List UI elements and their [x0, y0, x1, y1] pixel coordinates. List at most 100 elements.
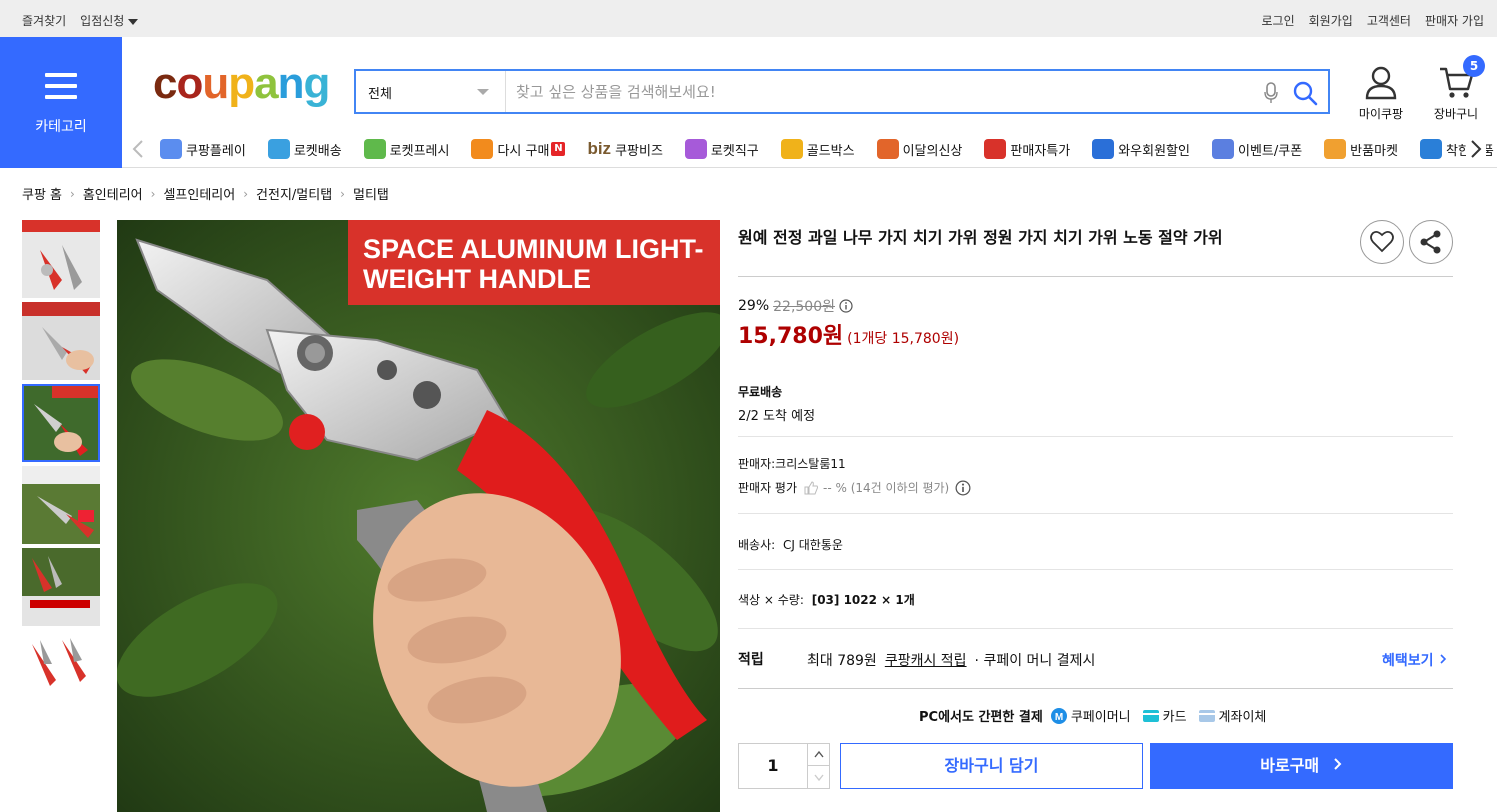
- thumbnail-image[interactable]: [22, 220, 100, 298]
- seller-apply-menu[interactable]: 입점신청: [80, 12, 139, 29]
- nav-item[interactable]: 로켓직구: [684, 139, 759, 159]
- user-icon: [1365, 66, 1397, 100]
- chevron-left-icon[interactable]: [128, 138, 148, 160]
- nav-item-icon: [876, 139, 899, 159]
- benefit-button[interactable]: 혜택보기: [1382, 650, 1447, 670]
- buy-now-label: 바로구매: [1260, 756, 1320, 775]
- option-row: 색상 × 수량: [03] 1022 × 1개: [738, 591, 915, 608]
- chevron-right-icon: ›: [243, 186, 249, 201]
- chevron-right-icon: ›: [150, 186, 156, 201]
- coupang-logo[interactable]: coupang: [153, 62, 330, 106]
- wishlist-button[interactable]: [1360, 220, 1404, 264]
- customer-center-link[interactable]: 고객센터: [1367, 12, 1411, 29]
- breadcrumb-item[interactable]: 건전지/멀티탭: [256, 184, 332, 203]
- mycoupang-button[interactable]: 마이쿠팡: [1350, 66, 1412, 122]
- signup-link[interactable]: 회원가입: [1309, 12, 1353, 29]
- nav-item-icon: [1092, 139, 1115, 159]
- discount-row: 29% 22,500원: [738, 296, 853, 316]
- nav-item[interactable]: 이벤트/쿠폰: [1211, 139, 1303, 159]
- nav-item[interactable]: 이달의신상: [876, 139, 963, 159]
- category-nav: 쿠팡플레이 로켓배송 로켓프레시 다시 구매 N biz 쿠팡비즈 로켓직구 골드박스 이달의신상…: [122, 131, 1497, 168]
- category-label: 카테고리: [35, 119, 87, 135]
- seller-signup-link[interactable]: 판매자 가입: [1425, 12, 1484, 29]
- nav-item[interactable]: 와우회원할인: [1092, 139, 1190, 159]
- divider: [738, 276, 1453, 277]
- login-link[interactable]: 로그인: [1262, 12, 1295, 29]
- category-button[interactable]: 카테고리: [0, 37, 122, 168]
- hamburger-icon: [45, 73, 77, 99]
- seller-row: 판매자:크리스탈룸11: [738, 455, 846, 472]
- breadcrumb-item[interactable]: 홈인테리어: [83, 184, 143, 203]
- chevron-right-icon: ›: [70, 186, 75, 201]
- easy-pay-title: PC에서도 간편한 결제: [919, 710, 1043, 725]
- nav-item-label: 로켓배송: [293, 143, 342, 159]
- info-icon[interactable]: [839, 299, 853, 313]
- carrier-label: 배송사:: [738, 538, 776, 552]
- thumbnail-image[interactable]: [22, 466, 100, 544]
- search-category-select[interactable]: 전체: [356, 71, 506, 112]
- seller-apply-label: 입점신청: [80, 14, 125, 28]
- breadcrumb-item[interactable]: 멀티탭: [353, 184, 389, 203]
- pay-method: 계좌이체: [1218, 710, 1267, 725]
- divider: [738, 688, 1453, 689]
- microphone-icon[interactable]: [1264, 82, 1278, 104]
- carrier-value: CJ 대한통운: [783, 538, 843, 552]
- nav-item[interactable]: 로켓배송: [267, 139, 342, 159]
- nav-item[interactable]: 다시 구매 N: [471, 139, 566, 159]
- share-button[interactable]: [1409, 220, 1453, 264]
- nav-item-icon: [684, 139, 707, 159]
- divider: [738, 628, 1453, 629]
- thumbnail-image[interactable]: [22, 548, 100, 626]
- pay-method: 카드: [1162, 710, 1187, 725]
- mycoupang-label: 마이쿠팡: [1358, 107, 1404, 121]
- quantity-decrease-button[interactable]: [807, 766, 830, 788]
- breadcrumb-item[interactable]: 셀프인테리어: [163, 184, 235, 203]
- nav-item[interactable]: 로켓프레시: [363, 139, 449, 159]
- share-icon: [1420, 230, 1441, 254]
- option-label: 색상 × 수량:: [738, 593, 804, 607]
- nav-item[interactable]: biz 쿠팡비즈: [587, 139, 662, 159]
- seller-name[interactable]: 크리스탈룸11: [775, 457, 845, 471]
- thumbnail-image[interactable]: [22, 302, 100, 380]
- nav-item[interactable]: 반품마켓: [1324, 139, 1398, 159]
- buy-now-button[interactable]: 바로구매: [1150, 743, 1453, 789]
- search-icon[interactable]: [1292, 80, 1318, 106]
- easy-pay-row: PC에서도 간편한 결제 M 쿠페이머니 카드 계좌이체: [919, 706, 1266, 725]
- chevron-down-icon: [814, 774, 824, 782]
- nav-item[interactable]: 쿠팡플레이: [160, 139, 246, 159]
- thumbnail-image[interactable]: [22, 630, 100, 708]
- seller-rating-label: 판매자 평가: [738, 481, 798, 495]
- bookmark-link[interactable]: 즐겨찾기: [22, 12, 66, 29]
- nav-item-label: 와우회원할인: [1118, 143, 1190, 159]
- nav-item-label: 판매자특가: [1010, 143, 1071, 159]
- arrival-date: 2/2 도착 예정: [738, 409, 816, 424]
- pay-method: 쿠페이머니: [1070, 710, 1131, 725]
- chevron-right-icon: [1440, 654, 1447, 664]
- nav-item-icon: [1211, 139, 1234, 159]
- reward-link[interactable]: 쿠팡캐시 적립: [885, 650, 967, 670]
- search-input[interactable]: [516, 79, 1246, 105]
- chevron-right-icon: [1334, 758, 1342, 770]
- nav-item[interactable]: 골드박스: [780, 139, 855, 159]
- nav-item-label: 이달의신상: [902, 143, 963, 159]
- nav-item-icon: [780, 139, 803, 159]
- quantity-increase-button[interactable]: [807, 744, 830, 766]
- chevron-down-icon: [128, 18, 139, 25]
- search-bar: 전체: [354, 69, 1330, 114]
- chevron-right-icon[interactable]: [1466, 138, 1486, 160]
- quantity-value[interactable]: 1: [739, 756, 807, 775]
- bank-transfer-icon: [1198, 709, 1215, 722]
- add-to-cart-button[interactable]: 장바구니 담기: [840, 743, 1143, 789]
- nav-item-label: 이벤트/쿠폰: [1237, 143, 1303, 159]
- nav-item-icon: [984, 139, 1007, 159]
- search-category-value: 전체: [368, 87, 392, 102]
- main-product-image[interactable]: SPACE ALUMINUM LIGHT- WEIGHT HANDLE: [117, 220, 720, 812]
- breadcrumb-item[interactable]: 쿠팡 홈: [22, 184, 62, 203]
- nav-item-icon: [1324, 139, 1347, 159]
- coupay-money-icon: M: [1050, 707, 1067, 724]
- divider: [738, 569, 1453, 570]
- thumbnail-image-selected[interactable]: [22, 384, 100, 462]
- info-icon[interactable]: [955, 480, 971, 496]
- nav-item[interactable]: 판매자특가: [984, 139, 1070, 159]
- nav-item-label: 로켓직구: [710, 143, 759, 159]
